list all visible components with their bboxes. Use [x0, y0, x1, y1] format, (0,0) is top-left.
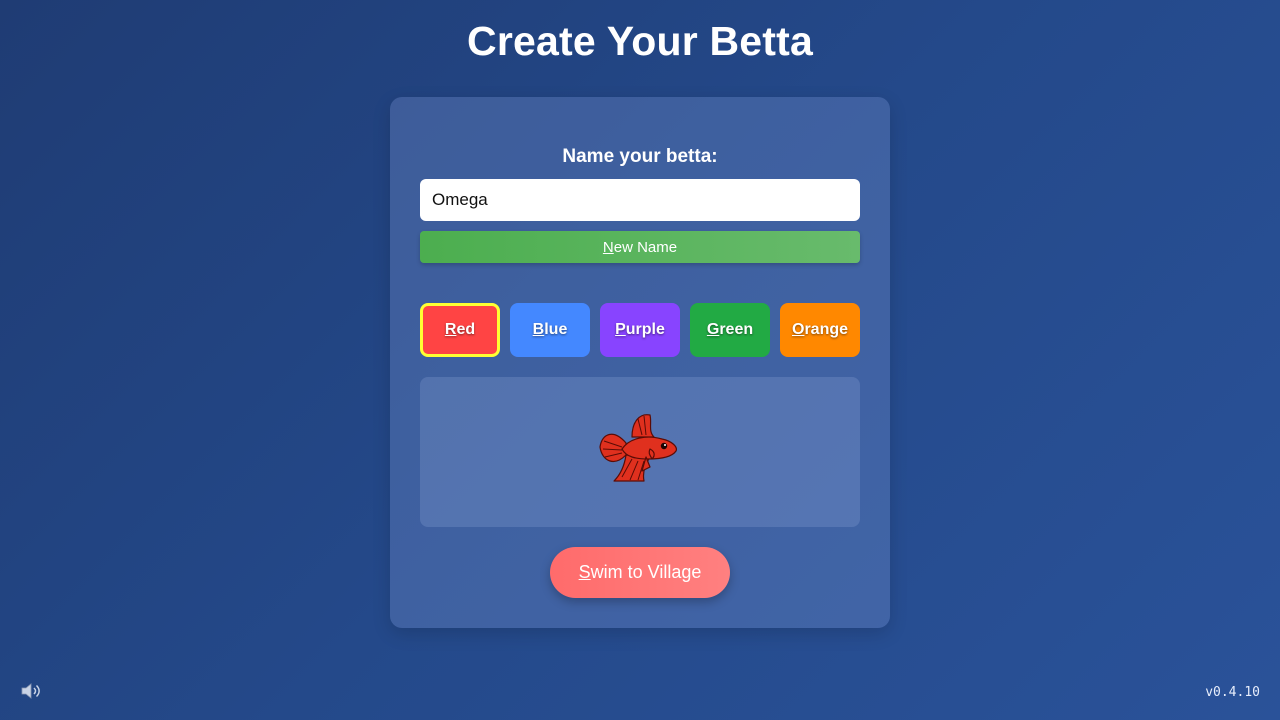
- color-hotkey: O: [791, 321, 805, 338]
- betta-fish-icon: [599, 414, 677, 482]
- color-button-blue[interactable]: Blue: [510, 303, 590, 357]
- color-label: reen: [719, 321, 754, 338]
- betta-name-input[interactable]: [420, 179, 860, 221]
- color-button-green[interactable]: Green: [690, 303, 770, 357]
- color-button-purple[interactable]: Purple: [600, 303, 680, 357]
- version-label: v0.4.10: [1205, 685, 1260, 700]
- color-label: urple: [625, 321, 665, 338]
- new-name-hotkey: N: [602, 238, 614, 256]
- swim-to-village-button[interactable]: Swim to Village: [550, 547, 730, 598]
- swim-hotkey: S: [578, 562, 591, 582]
- speaker-icon[interactable]: [20, 681, 42, 701]
- new-name-label: ew Name: [613, 238, 678, 256]
- color-button-red[interactable]: Red: [420, 303, 500, 357]
- color-hotkey: G: [706, 321, 720, 338]
- page-title: Create Your Betta: [467, 18, 813, 64]
- betta-preview: [420, 377, 860, 527]
- color-label: lue: [544, 321, 568, 338]
- color-options: Red Blue Purple Green Orange: [420, 303, 860, 357]
- color-button-orange[interactable]: Orange: [780, 303, 860, 357]
- color-hotkey: P: [615, 321, 626, 338]
- new-name-button[interactable]: New Name: [420, 231, 860, 263]
- color-hotkey: B: [532, 321, 545, 338]
- color-label: ed: [456, 321, 476, 338]
- swim-label: wim to Village: [590, 562, 702, 582]
- color-label: range: [804, 321, 849, 338]
- color-hotkey: R: [444, 321, 457, 338]
- name-label: Name your betta:: [562, 146, 718, 167]
- create-betta-panel: Name your betta: New Name Red Blue Purpl…: [390, 97, 890, 628]
